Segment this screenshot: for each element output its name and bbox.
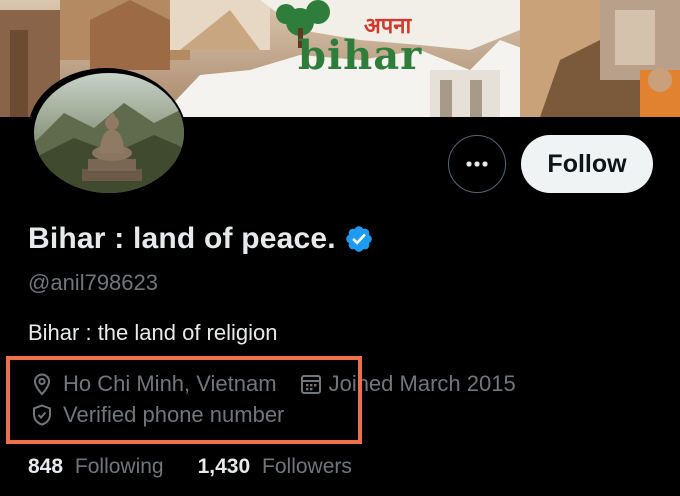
name-row: Bihar : land of peace. (28, 222, 374, 256)
location-text: Ho Chi Minh, Vietnam (63, 371, 277, 396)
followers-count: 1,430 (197, 455, 251, 478)
verified-badge-icon[interactable] (344, 224, 374, 254)
shield-check-icon (33, 404, 51, 426)
followers-stat-link[interactable]: 1,430 Followers (198, 455, 352, 479)
more-horizontal-icon (466, 161, 488, 167)
more-options-button[interactable] (448, 135, 506, 193)
banner-logo: अपना bihar (298, 8, 448, 79)
joined-text: Joined March 2015 (328, 371, 516, 396)
follow-stats: 848 Following 1,430 Followers (28, 455, 386, 479)
banner-logo-text: bihar (298, 32, 423, 79)
calendar-icon (300, 375, 321, 394)
followers-label: Followers (262, 455, 352, 478)
following-count: 848 (28, 455, 64, 478)
following-stat-link[interactable]: 848 Following (28, 455, 164, 479)
follow-button[interactable]: Follow (521, 135, 653, 193)
avatar[interactable] (32, 71, 186, 195)
profile-meta-location-joined: Ho Chi Minh, Vietnam Joined March 2015 (30, 371, 516, 397)
user-handle: @anil798623 (28, 270, 158, 295)
profile-bio: Bihar : the land of religion (28, 320, 278, 345)
display-name: Bihar : land of peace. (28, 222, 336, 255)
annotation-highlight-box (6, 356, 362, 444)
profile-meta-verified-phone: Verified phone number (30, 402, 284, 428)
joined-date: Joined March 2015 (299, 371, 516, 397)
verified-phone-text: Verified phone number (63, 402, 285, 427)
following-label: Following (74, 455, 164, 478)
location-pin-icon (33, 373, 51, 396)
